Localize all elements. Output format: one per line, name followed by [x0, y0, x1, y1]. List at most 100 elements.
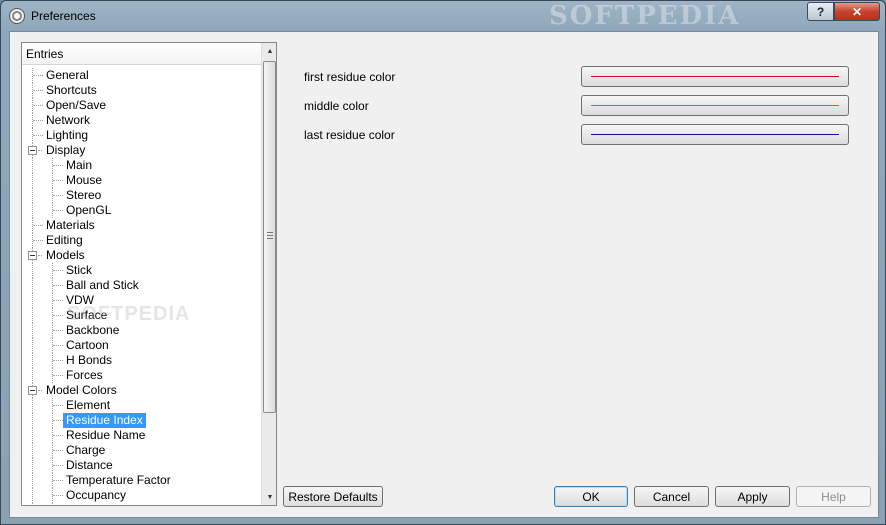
- tree-subitem[interactable]: Occupancy: [22, 488, 261, 503]
- app-icon: [9, 8, 25, 24]
- help-button[interactable]: Help: [796, 486, 871, 507]
- tree-guide-line: [33, 75, 43, 76]
- tree-subitem[interactable]: Cartoon: [22, 338, 261, 353]
- tree-item-label: General: [46, 68, 89, 82]
- scroll-down-arrow-icon[interactable]: ▼: [262, 489, 276, 505]
- last-residue-color-swatch: [591, 134, 839, 135]
- tree-guide-line: [53, 450, 63, 451]
- close-button[interactable]: ✕: [834, 2, 880, 21]
- tree-guide-line: [33, 240, 43, 241]
- apply-button[interactable]: Apply: [715, 486, 790, 507]
- tree-subitem[interactable]: Mouse: [22, 173, 261, 188]
- tree-item[interactable]: Display: [22, 143, 261, 158]
- tree-subitem[interactable]: Ball and Stick: [22, 278, 261, 293]
- tree-subitem[interactable]: Stick: [22, 263, 261, 278]
- tree-subitem[interactable]: Distance: [22, 458, 261, 473]
- tree-guide-line: [33, 225, 43, 226]
- tree-guide-line: [52, 503, 53, 505]
- tree-item[interactable]: Shortcuts: [22, 83, 261, 98]
- tree-subitem[interactable]: OpenGL: [22, 203, 261, 218]
- tree-body: General Shortcuts Open/Save Network Lighting…: [22, 66, 261, 505]
- tree-guide-line: [32, 443, 33, 458]
- tree-guide-line: [38, 390, 42, 391]
- tree-guide-line: [32, 473, 33, 488]
- tree-item[interactable]: Models: [22, 248, 261, 263]
- ok-button[interactable]: OK: [554, 486, 628, 507]
- grip-icon: [267, 232, 273, 239]
- tree-guide-line: [32, 323, 33, 338]
- tree-item[interactable]: Editing: [22, 233, 261, 248]
- tree-subitem[interactable]: Charge: [22, 443, 261, 458]
- tree-item-label: Main: [66, 158, 93, 172]
- first-residue-color-label: first residue color: [304, 70, 396, 84]
- tree-guide-line: [53, 480, 63, 481]
- middle-color-button[interactable]: [581, 95, 849, 116]
- softpedia-watermark: SOFTPEDIA: [549, 1, 741, 31]
- tree-subitem[interactable]: Element: [22, 398, 261, 413]
- tree-guide-line: [32, 428, 33, 443]
- tree-item-label: Cartoon: [66, 338, 109, 352]
- tree-subitem[interactable]: Residue Index: [22, 413, 261, 428]
- tree-guide-line: [53, 270, 63, 271]
- tree-item-label: Network: [46, 113, 91, 127]
- title-bar[interactable]: Preferences SOFTPEDIA ? ✕: [1, 1, 885, 31]
- tree-guide-line: [32, 188, 33, 203]
- tree-guide-line: [53, 495, 63, 496]
- tree-item-label: Forces: [66, 368, 103, 382]
- tree-guide-line: [32, 173, 33, 188]
- tree-guide-line: [32, 458, 33, 473]
- collapse-icon[interactable]: [28, 251, 37, 260]
- tree-guide-line: [32, 263, 33, 278]
- tree-guide-line: [32, 488, 33, 503]
- restore-defaults-button[interactable]: Restore Defaults: [283, 486, 383, 507]
- scroll-up-arrow-icon[interactable]: ▲: [262, 43, 276, 59]
- tree-item[interactable]: General: [22, 68, 261, 83]
- preferences-window: Preferences SOFTPEDIA ? ✕ Entries Genera…: [0, 0, 886, 525]
- tree-header[interactable]: Entries: [22, 43, 261, 65]
- first-residue-color-button[interactable]: [581, 66, 849, 87]
- tree-subitem[interactable]: Temperature Factor: [22, 473, 261, 488]
- tree-item[interactable]: Open/Save: [22, 98, 261, 113]
- tree-guide-line: [53, 435, 63, 436]
- tree-subitem[interactable]: Stereo: [22, 188, 261, 203]
- tree-guide-line: [53, 360, 63, 361]
- tree-guide-line: [32, 353, 33, 368]
- tree-item-label: Materials: [46, 218, 95, 232]
- tree-item-label: Charge: [66, 443, 106, 457]
- tree-subitem[interactable]: Secondary Structure: [22, 503, 261, 505]
- entries-tree[interactable]: Entries General Shortcuts Open/Save Network…: [21, 42, 277, 506]
- tree-item-label: Residue Index: [63, 413, 146, 428]
- tree-guide-line: [32, 308, 33, 323]
- tree-guide-line: [53, 210, 63, 211]
- tree-guide-line: [38, 150, 42, 151]
- tree-subitem[interactable]: H Bonds: [22, 353, 261, 368]
- tree-guide-line: [32, 398, 33, 413]
- tree-subitem[interactable]: Main: [22, 158, 261, 173]
- last-residue-color-button[interactable]: [581, 124, 849, 145]
- tree-scrollbar[interactable]: ▲ ▼: [261, 43, 276, 505]
- cancel-button[interactable]: Cancel: [634, 486, 709, 507]
- scrollbar-thumb[interactable]: [263, 61, 276, 413]
- tree-subitem[interactable]: Forces: [22, 368, 261, 383]
- help-title-button[interactable]: ?: [807, 2, 834, 21]
- tree-guide-line: [53, 405, 63, 406]
- tree-guide-line: [53, 330, 63, 331]
- tree-item[interactable]: Lighting: [22, 128, 261, 143]
- tree-item[interactable]: Model Colors: [22, 383, 261, 398]
- tree-item-label: Occupancy: [66, 488, 127, 502]
- tree-item-label: Open/Save: [46, 98, 107, 112]
- tree-item-label: Residue Name: [66, 428, 146, 442]
- collapse-icon[interactable]: [28, 146, 37, 155]
- middle-color-label: middle color: [304, 99, 369, 113]
- tree-subitem[interactable]: Residue Name: [22, 428, 261, 443]
- close-icon: ✕: [851, 4, 863, 19]
- tree-item-label: OpenGL: [66, 203, 112, 217]
- tree-item[interactable]: Network: [22, 113, 261, 128]
- tree-item[interactable]: Materials: [22, 218, 261, 233]
- first-residue-color-swatch: [591, 76, 839, 77]
- collapse-icon[interactable]: [28, 386, 37, 395]
- tree-guide-line: [32, 278, 33, 293]
- tree-guide-line: [53, 345, 63, 346]
- tree-guide-line: [53, 285, 63, 286]
- tree-item-label: Ball and Stick: [66, 278, 139, 292]
